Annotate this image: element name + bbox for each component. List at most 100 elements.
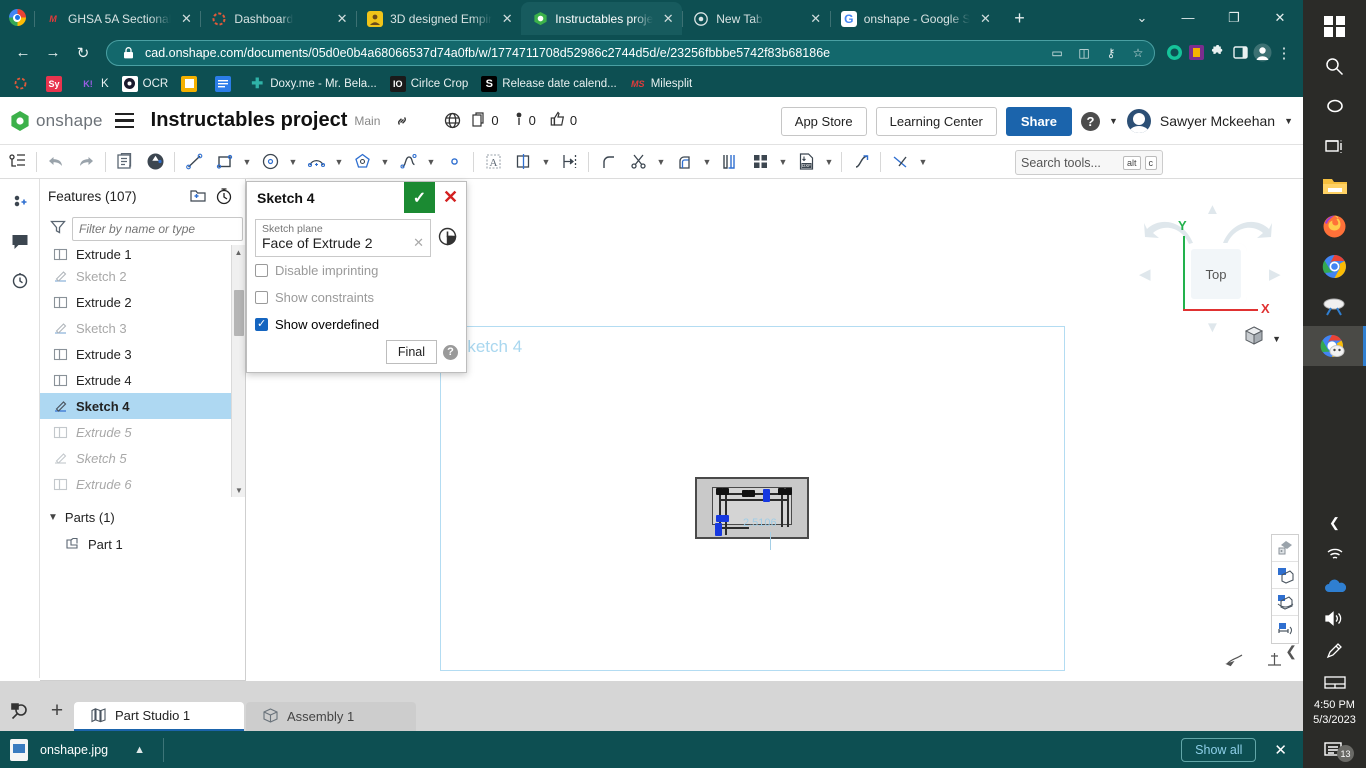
circle-tool-icon[interactable]	[255, 147, 285, 177]
redo-icon[interactable]	[71, 147, 101, 177]
feature-item-sketch-4[interactable]: Sketch 4	[40, 393, 245, 419]
task-view-icon[interactable]	[1303, 126, 1366, 166]
chevron-down-icon[interactable]: ▼	[48, 512, 58, 523]
show-overdefined-checkbox[interactable]: Show overdefined	[255, 311, 458, 338]
browser-tab-4[interactable]: New Tab ✕	[682, 2, 829, 35]
restore-button[interactable]: ❐	[1211, 0, 1257, 35]
reload-icon[interactable]: ↻	[68, 38, 98, 68]
feature-item-0[interactable]: Extrude 1	[40, 245, 245, 263]
clear-icon[interactable]: ✕	[413, 235, 424, 251]
tab-search-icon[interactable]: ⌄	[1119, 0, 1165, 35]
chrome-menu-icon[interactable]: ⋮	[1273, 40, 1295, 66]
ch rome-icon[interactable]	[1303, 246, 1366, 286]
share-button[interactable]: Share	[1006, 107, 1072, 136]
rectangle-tool-icon[interactable]	[209, 147, 239, 177]
use-project-icon[interactable]	[715, 147, 745, 177]
checkbox-box[interactable]	[255, 264, 268, 277]
fillet-tool-icon[interactable]	[593, 147, 623, 177]
tab-close-icon[interactable]: ✕	[808, 11, 824, 27]
view-cube[interactable]: ▲ ▼ ◀ ▶ Y X Top	[1133, 191, 1283, 336]
taskbar-clock[interactable]: 4:50 PM 5/3/2023	[1313, 698, 1356, 732]
firefox-icon[interactable]	[1303, 206, 1366, 246]
sketch-relations-icon[interactable]	[0, 185, 40, 223]
rectangle-chevron-down-icon[interactable]: ▼	[239, 147, 255, 177]
main-menu-button[interactable]	[115, 108, 141, 134]
checkbox-box[interactable]	[255, 291, 268, 304]
bookmark-4[interactable]	[175, 74, 208, 94]
bookmark-2[interactable]: K! K	[74, 74, 115, 94]
filter-icon[interactable]	[50, 219, 66, 240]
bookmark-3[interactable]: OCR	[116, 74, 175, 94]
mirror-tool-icon[interactable]	[508, 147, 538, 177]
final-button[interactable]: Final	[386, 340, 437, 364]
disable-imprinting-checkbox[interactable]: Disable imprinting	[255, 257, 458, 284]
notifications-icon[interactable]: 13	[1303, 732, 1366, 768]
comment-icon[interactable]	[0, 223, 40, 261]
bookmark-star-icon[interactable]: ☆	[1128, 43, 1148, 63]
browser-tab-0[interactable]: M GHSA 5A Sectional ✕	[34, 2, 200, 35]
cancel-button[interactable]: ✕	[435, 182, 466, 213]
file-explorer-icon[interactable]	[1303, 166, 1366, 206]
render-icon[interactable]	[1272, 535, 1298, 562]
puzzle-icon[interactable]	[1207, 40, 1229, 66]
cortana-icon[interactable]	[1303, 86, 1366, 126]
bookmark-5[interactable]	[209, 74, 242, 94]
pattern-chevron-down-icon[interactable]: ▼	[775, 147, 791, 177]
clock-icon[interactable]	[436, 225, 458, 247]
chevron-up-icon[interactable]: ▲	[134, 744, 145, 756]
globe-icon[interactable]	[438, 107, 466, 135]
extension-purple-icon[interactable]	[1185, 40, 1207, 66]
close-shelf-icon[interactable]: ✕	[1268, 741, 1293, 759]
chevron-left-icon[interactable]: ❮	[1285, 643, 1297, 660]
dimension-tool-icon[interactable]	[554, 147, 584, 177]
feature-item-2[interactable]: Extrude 2	[40, 289, 245, 315]
browser-tab-2[interactable]: 3D designed Empir ✕	[356, 2, 521, 35]
feature-item-7[interactable]: Extrude 5	[40, 419, 245, 445]
copy-counter[interactable]: 0	[472, 112, 498, 130]
constraint-tool-icon[interactable]	[885, 147, 915, 177]
tab-close-icon[interactable]: ✕	[499, 11, 515, 27]
link-icon[interactable]	[388, 107, 416, 135]
bookmark-1[interactable]: Sy	[40, 74, 73, 94]
offset-chevron-down-icon[interactable]: ▼	[699, 147, 715, 177]
browser-tab-3[interactable]: Instructables proje ✕	[521, 2, 682, 35]
browser-tab-5[interactable]: G onshape - Google S ✕	[830, 2, 1000, 35]
scroll-down-arrow-icon[interactable]: ▼	[232, 483, 245, 497]
rotate-up-arrow-icon[interactable]: ▲	[1205, 201, 1220, 218]
show-constraints-checkbox[interactable]: Show constraints	[255, 284, 458, 311]
arc-tool-icon[interactable]	[301, 147, 331, 177]
close-window-button[interactable]: ✕	[1257, 0, 1303, 35]
bookmark-6[interactable]: ✚ Doxy.me - Mr. Bela...	[243, 74, 383, 94]
address-bar[interactable]: cad.onshape.com/documents/05d0e0b4a68066…	[106, 40, 1155, 66]
dxf-import-icon[interactable]: DXF	[791, 147, 821, 177]
copy-paste-icon[interactable]	[110, 147, 140, 177]
sketch-entity-icon[interactable]	[140, 147, 170, 177]
extend-tool-icon[interactable]	[846, 147, 876, 177]
grammarly-icon[interactable]	[1163, 40, 1185, 66]
scrollbar-thumb[interactable]	[234, 290, 244, 336]
perspective-cube-icon[interactable]	[1243, 325, 1265, 352]
polygon-tool-icon[interactable]	[347, 147, 377, 177]
tab-close-icon[interactable]: ✕	[178, 11, 194, 27]
tab-part-studio-1[interactable]: Part Studio 1	[74, 702, 244, 731]
minimize-button[interactable]: —	[1165, 0, 1211, 35]
show-all-button[interactable]: Show all	[1181, 738, 1256, 762]
app-store-button[interactable]: App Store	[781, 107, 867, 136]
rotate-down-arrow-icon[interactable]: ▼	[1205, 319, 1220, 336]
screencast-icon[interactable]: ▭	[1047, 43, 1067, 63]
parts-header[interactable]: ▼ Parts (1)	[40, 503, 245, 531]
view-mode-chevron-down-icon[interactable]: ▼	[1272, 334, 1281, 344]
browser-tab-1[interactable]: Dashboard ✕	[200, 2, 356, 35]
onshape-logo[interactable]: onshape	[10, 110, 103, 132]
volume-icon[interactable]	[1303, 602, 1366, 634]
feature-item-5[interactable]: Extrude 4	[40, 367, 245, 393]
mirror-chevron-down-icon[interactable]: ▼	[538, 147, 554, 177]
sketch-geometry[interactable]: 2.5106	[695, 477, 809, 539]
bookmark-7[interactable]: IO Cirlce Crop	[384, 74, 475, 94]
chevron-left-icon[interactable]: ❮	[1303, 508, 1366, 538]
feature-item-8[interactable]: Sketch 5	[40, 445, 245, 471]
feature-item-3[interactable]: Sketch 3	[40, 315, 245, 341]
checkbox-box[interactable]	[255, 318, 268, 331]
split-view-icon[interactable]: ◫	[1074, 43, 1094, 63]
constraint-chevron-down-icon[interactable]: ▼	[915, 147, 931, 177]
